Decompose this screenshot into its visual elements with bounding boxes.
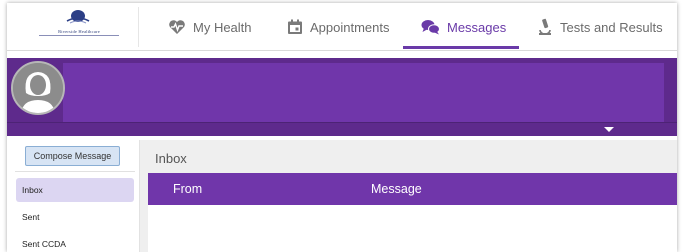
message-table-header: From Message — [148, 173, 677, 205]
profile-banner — [7, 58, 677, 136]
microscope-icon — [539, 18, 551, 35]
sidebar-item-sent[interactable]: Sent — [16, 205, 134, 229]
logo-text: Riverside Healthcare — [58, 29, 100, 34]
user-silhouette-icon — [13, 63, 63, 113]
tab-appointments-label: Appointments — [310, 19, 390, 35]
globe-logo-icon — [66, 10, 90, 24]
tab-my-health-label: My Health — [193, 19, 252, 35]
message-sidebar: Compose Message Inbox Sent Sent CCDA — [7, 140, 140, 252]
top-navigation: Riverside Healthcare My Health Appointme… — [7, 3, 677, 51]
tab-messages[interactable]: Messages — [403, 3, 519, 51]
compose-message-button[interactable]: Compose Message — [25, 146, 120, 166]
tab-messages-label: Messages — [447, 19, 507, 35]
active-tab-indicator — [403, 46, 519, 49]
chat-bubbles-icon — [421, 20, 440, 35]
banner-divider — [7, 122, 677, 123]
tab-my-health[interactable]: My Health — [168, 3, 252, 51]
tab-tests-label: Tests and Results — [560, 19, 663, 35]
app-window: Riverside Healthcare My Health Appointme… — [7, 3, 677, 252]
message-table-body — [148, 205, 677, 252]
tab-tests-and-results[interactable]: Tests and Results — [537, 3, 663, 51]
column-header-from[interactable]: From — [173, 182, 202, 196]
page-title: Inbox — [155, 151, 187, 166]
logo[interactable]: Riverside Healthcare — [21, 7, 139, 47]
caret-down-icon[interactable] — [604, 127, 614, 132]
inbox-panel: Inbox From Message — [140, 140, 677, 252]
heart-pulse-icon — [169, 20, 185, 34]
profile-info-area — [63, 63, 664, 122]
avatar[interactable] — [11, 61, 65, 115]
column-header-message[interactable]: Message — [371, 182, 422, 196]
sidebar-item-inbox[interactable]: Inbox — [16, 178, 134, 202]
sidebar-item-sent-ccda[interactable]: Sent CCDA — [16, 232, 134, 252]
sidebar-divider — [15, 171, 135, 172]
tab-appointments[interactable]: Appointments — [287, 3, 390, 51]
logo-underline — [39, 35, 119, 36]
calendar-icon — [288, 19, 302, 34]
